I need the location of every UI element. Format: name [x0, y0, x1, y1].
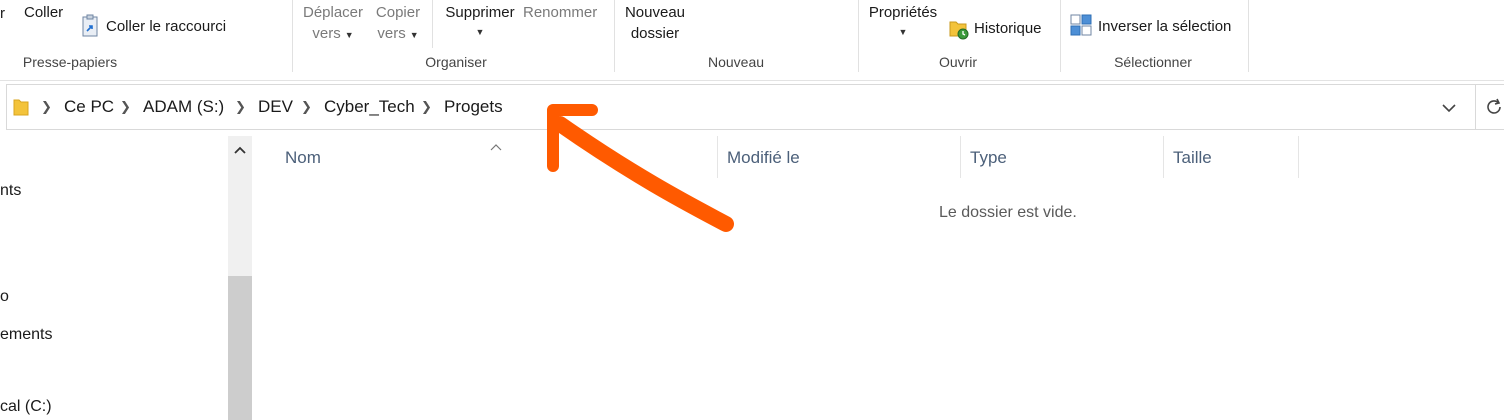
- annotation-arrow: [547, 104, 734, 232]
- annotation-arrow-shaft: [552, 116, 734, 232]
